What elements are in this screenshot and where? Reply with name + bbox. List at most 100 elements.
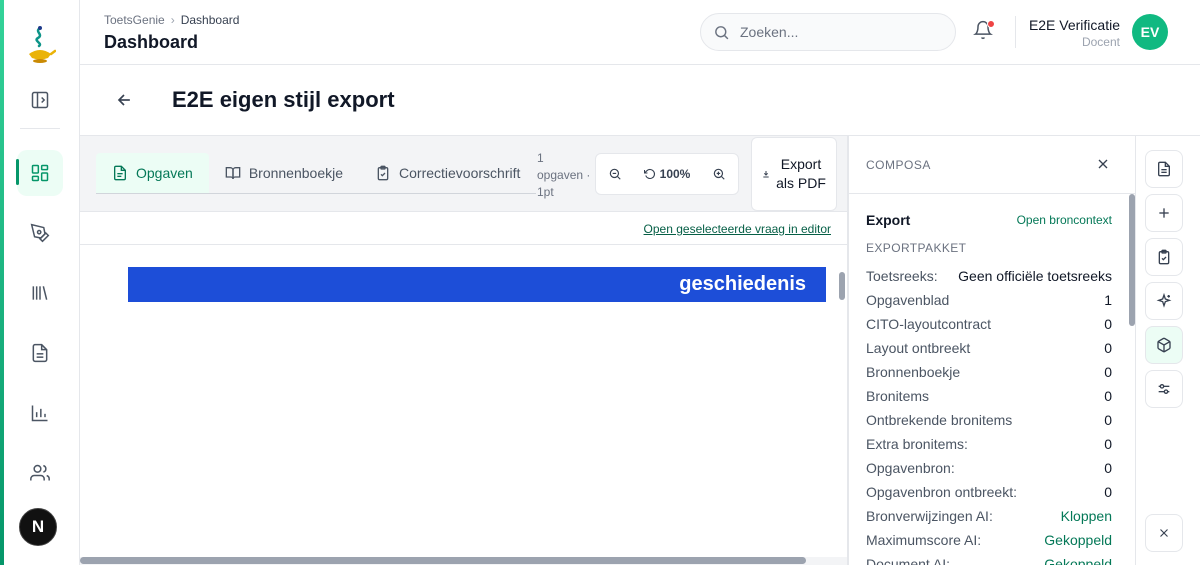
export-package-row: Bronitems 0 [866,384,1112,408]
question-count-meta: 1 opgaven · 1pt [537,151,591,199]
rail-checklist-button[interactable] [1145,238,1183,276]
page-title: E2E eigen stijl export [172,87,395,112]
close-icon [1160,529,1168,537]
row-label: Opgavenblad [866,292,950,308]
clipboard-check-icon [1158,249,1170,265]
pen-tool-icon [30,223,50,243]
breadcrumb-item-current: Dashboard [180,13,240,27]
export-pdf-label: Export als PDF [776,156,826,191]
rail-close-button[interactable] [1145,514,1183,552]
zoom-reset-button[interactable]: 100% [643,167,690,181]
row-value: Geen officiële toetsreeks [958,268,1112,284]
row-label: Opgavenbron ontbreekt: [866,484,1017,500]
header-title: Dashboard [104,32,199,52]
export-package-row: Ontbrekende bronitems 0 [866,408,1112,432]
sidebar-item-documents[interactable] [17,330,63,376]
sidebar-item-analytics[interactable] [17,390,63,436]
notification-badge [987,20,995,28]
header-divider [1015,16,1016,48]
open-source-context-link[interactable]: Open broncontext [1017,213,1112,227]
document-icon [32,343,48,363]
close-panel-button[interactable] [1095,156,1113,174]
zoom-in-icon[interactable] [712,167,726,181]
sidebar-toggle-button[interactable] [17,77,63,123]
tab-correctievoorschrift[interactable]: Correctievoorschrift [359,153,536,193]
export-package-row: Bronverwijzingen AI: Kloppen [866,504,1112,528]
zoom-out-icon[interactable] [608,167,622,181]
row-value: 0 [1104,412,1112,428]
search-icon [715,25,729,39]
row-label: Maximumscore AI: [866,532,982,548]
export-package-row: Opgavenbron ontbreekt: 0 [866,480,1112,504]
search-box[interactable] [700,13,956,51]
row-value: 0 [1104,388,1112,404]
export-heading: Export [866,212,911,228]
book-open-icon [225,167,241,180]
genie-lamp-logo-icon[interactable] [24,24,56,66]
composa-panel-body: Export Open broncontext EXPORTPAKKET Toe… [866,212,1112,565]
editor-toolbar: Opgaven Bronnenboekje Correctievoorschri… [80,136,848,212]
row-label: Toetsreeks: [866,268,938,284]
row-value: 0 [1104,316,1112,332]
editor-link-row: Open geselecteerde vraag in editor [80,213,848,245]
open-in-editor-link[interactable]: Open geselecteerde vraag in editor [644,222,831,236]
notifications-button[interactable] [973,20,995,42]
export-package-row: Bronnenboekje 0 [866,360,1112,384]
back-button[interactable] [114,90,134,110]
row-value: 0 [1104,460,1112,476]
rail-add-button[interactable] [1145,194,1183,232]
row-label: Opgavenbron: [866,460,955,476]
close-icon [1098,159,1108,169]
composa-panel-header: COMPOSA [849,136,1135,194]
dashboard-grid-icon [31,164,49,182]
user-role: Docent [1081,35,1120,49]
sidebar-item-users[interactable] [17,450,63,496]
sidebar-item-library[interactable] [17,270,63,316]
sidebar-item-create[interactable] [17,210,63,256]
tab-label: Bronnenboekje [248,165,344,181]
package-icon [1157,337,1171,353]
row-label: CITO-layoutcontract [866,316,992,332]
arrow-left-icon [117,94,130,106]
row-value: Kloppen [1060,508,1112,524]
row-value: Gekoppeld [1044,532,1112,548]
editor-vertical-scrollbar[interactable] [839,272,845,300]
rail-ai-button[interactable] [1145,282,1183,320]
rotate-ccw-icon [643,168,655,179]
plus-icon [1159,208,1169,218]
sliders-icon [1158,384,1170,394]
breadcrumb: ToetsGenie › Dashboard [104,13,239,27]
export-package-row: Opgavenblad 1 [866,288,1112,312]
export-package-list: Toetsreeks: Geen officiële toetsreeks Opga… [866,264,1112,565]
users-icon [30,464,50,481]
panel-scrollbar[interactable] [1129,194,1135,326]
sidebar-item-dashboard[interactable] [17,150,63,196]
user-avatar[interactable]: EV [1132,14,1168,50]
row-value: Gekoppeld [1044,556,1112,565]
bottom-avatar[interactable]: N [19,508,57,546]
row-value: 0 [1104,364,1112,380]
row-label: Bronitems [866,388,930,404]
rail-document-button[interactable] [1145,150,1183,188]
tab-bronnenboekje[interactable]: Bronnenboekje [209,153,359,193]
search-input[interactable] [740,24,940,40]
tab-opgaven[interactable]: Opgaven [96,153,209,193]
composa-panel: COMPOSA Export Open broncontext EXPORTPA… [848,136,1136,565]
export-pdf-button[interactable]: Export als PDF [751,137,837,211]
top-header: ToetsGenie › Dashboard Dashboard E2E Ver… [80,0,1200,65]
editor-horizontal-scrollbar[interactable] [80,557,806,564]
row-value: 0 [1104,340,1112,356]
zoom-control: 100% [595,153,739,195]
row-label: Bronverwijzingen AI: [866,508,993,524]
editor-tabs: Opgaven Bronnenboekje Correctievoorschri… [96,153,536,193]
row-label: Ontbrekende bronitems [866,412,1013,428]
rail-settings-button[interactable] [1145,370,1183,408]
export-heading-row: Export Open broncontext [866,212,1112,228]
export-package-row: Maximumscore AI: Gekoppeld [866,528,1112,552]
tab-label: Opgaven [136,165,193,181]
rail-export-button[interactable] [1145,326,1183,364]
row-value: 0 [1104,484,1112,500]
document-icon [114,165,126,181]
row-label: Document AI: [866,556,951,565]
breadcrumb-item-home[interactable]: ToetsGenie [104,13,165,27]
